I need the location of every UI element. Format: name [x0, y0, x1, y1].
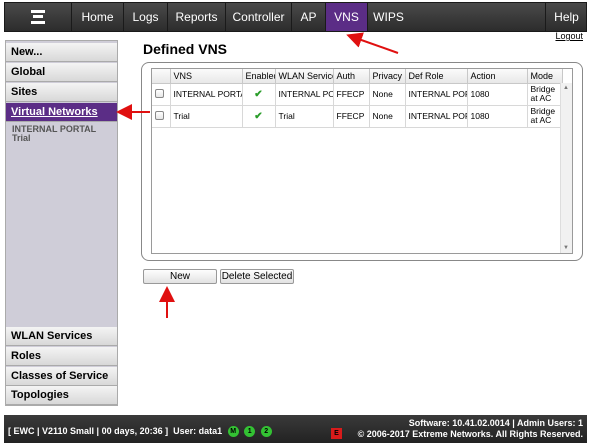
scroll-down-icon[interactable]: ▼: [563, 245, 569, 251]
cell-wlan-service: INTERNAL PORTAL: [275, 83, 334, 106]
extreme-networks-logo[interactable]: [5, 3, 71, 31]
logout-link[interactable]: Logout: [555, 31, 583, 41]
sidebar-item-sites[interactable]: Sites: [6, 83, 117, 102]
tab-reports[interactable]: Reports: [167, 3, 225, 31]
sidebar-item-roles[interactable]: Roles: [6, 347, 117, 366]
cell-def-role: INTERNAL PORTAL: [405, 83, 468, 106]
table-row[interactable]: INTERNAL PORTAL ✔ INTERNAL PORTAL FFECP …: [152, 83, 563, 106]
row-checkbox[interactable]: [155, 110, 164, 120]
page-title: Defined VNS: [143, 41, 228, 57]
tab-help[interactable]: Help: [545, 3, 587, 31]
status-left: [ EWC | V2110 Small | 00 days, 20:36 ] U…: [8, 426, 272, 438]
tab-ap[interactable]: AP: [291, 3, 325, 31]
alarm-icon[interactable]: E: [331, 428, 342, 439]
header-auth[interactable]: Auth: [333, 69, 370, 84]
copyright: © 2006-2017 Extreme Networks. All Rights…: [357, 429, 583, 439]
cell-action: 1080: [467, 105, 528, 128]
header-vns[interactable]: VNS: [170, 69, 243, 84]
extreme-logo-icon: [31, 10, 45, 24]
cell-privacy: None: [369, 83, 406, 106]
sidebar-item-classes-of-service[interactable]: Classes of Service: [6, 367, 117, 386]
table-row[interactable]: Trial ✔ Trial FFECP None INTERNAL PORTAL…: [152, 105, 563, 128]
user-info: User: data1: [173, 426, 223, 436]
enabled-check-icon: ✔: [254, 88, 263, 100]
m-indicator-icon[interactable]: M: [227, 426, 239, 438]
cell-def-role: INTERNAL PORTAL: [405, 105, 468, 128]
header-select: [152, 69, 171, 84]
vns-table-container: VNS Enabled WLAN Service Auth Privacy De…: [151, 68, 573, 254]
software-version: Software: 10.41.02.0014 | Admin Users: 1: [408, 418, 583, 428]
cell-action: 1080: [467, 83, 528, 106]
cell-auth: FFECP: [333, 105, 370, 128]
cell-mode: Bridge at AC: [527, 105, 563, 128]
sidebar: New... Global Sites Virtual Networks INT…: [5, 40, 118, 406]
tab-vns[interactable]: VNS: [325, 3, 367, 31]
row-checkbox[interactable]: [155, 88, 164, 98]
enabled-check-icon: ✔: [254, 110, 263, 122]
header-mode[interactable]: Mode: [527, 69, 563, 84]
indicator-2-icon[interactable]: 2: [260, 426, 272, 438]
table-scrollbar[interactable]: ▲ ▼: [560, 83, 572, 253]
sidebar-item-new[interactable]: New...: [6, 43, 117, 62]
cell-mode: Bridge at AC: [527, 83, 563, 106]
top-navigation-bar: Home Logs Reports Controller AP VNS WIPS…: [4, 2, 587, 32]
cell-vns: Trial: [170, 105, 243, 128]
cell-vns: INTERNAL PORTAL: [170, 83, 243, 106]
header-privacy[interactable]: Privacy: [369, 69, 406, 84]
sidebar-item-virtual-networks[interactable]: Virtual Networks: [6, 103, 117, 122]
table-header-row: VNS Enabled WLAN Service Auth Privacy De…: [152, 69, 563, 84]
tab-logs[interactable]: Logs: [123, 3, 167, 31]
header-def-role[interactable]: Def Role: [405, 69, 468, 84]
tab-controller[interactable]: Controller: [225, 3, 291, 31]
sidebar-item-wlan-services[interactable]: WLAN Services: [6, 327, 117, 346]
sidebar-item-global[interactable]: Global: [6, 63, 117, 82]
status-bar: [ EWC | V2110 Small | 00 days, 20:36 ] U…: [4, 415, 587, 443]
sidebar-item-topologies[interactable]: Topologies: [6, 386, 117, 405]
scroll-up-icon[interactable]: ▲: [563, 85, 569, 91]
header-action[interactable]: Action: [467, 69, 528, 84]
new-button[interactable]: New: [143, 269, 217, 284]
cell-privacy: None: [369, 105, 406, 128]
system-info: [ EWC | V2110 Small | 00 days, 20:36 ]: [8, 426, 169, 436]
sidebar-subitem-trial[interactable]: Trial: [12, 133, 31, 143]
delete-selected-button[interactable]: Delete Selected: [220, 269, 294, 284]
header-wlan-service[interactable]: WLAN Service: [275, 69, 334, 84]
vns-table: VNS Enabled WLAN Service Auth Privacy De…: [152, 69, 563, 128]
status-right: Software: 10.41.02.0014 | Admin Users: 1…: [358, 418, 583, 440]
header-enabled[interactable]: Enabled: [242, 69, 276, 84]
cell-wlan-service: Trial: [275, 105, 334, 128]
tab-home[interactable]: Home: [71, 3, 123, 31]
cell-auth: FFECP: [333, 83, 370, 106]
vns-tab-arrow: [346, 32, 399, 54]
indicator-1-icon[interactable]: 1: [244, 426, 256, 438]
tab-wips[interactable]: WIPS: [367, 3, 409, 31]
